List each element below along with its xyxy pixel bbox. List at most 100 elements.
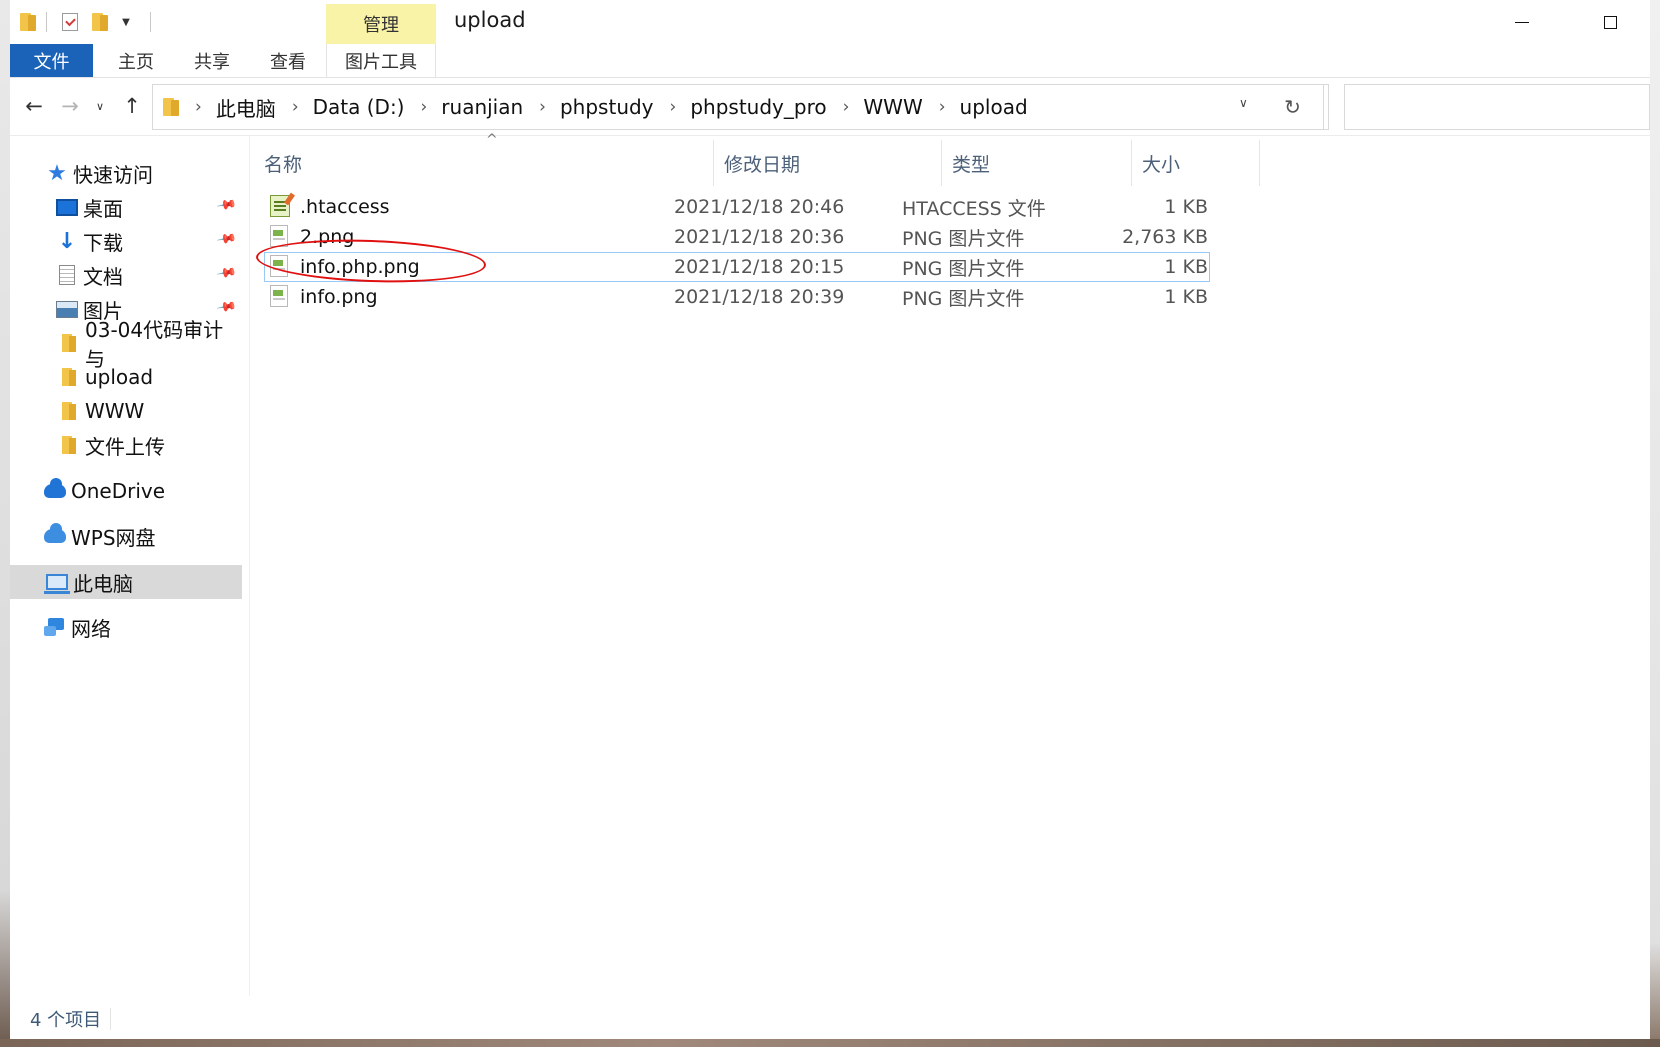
forward-button[interactable]: →: [56, 92, 84, 120]
refresh-button[interactable]: ↻: [1262, 84, 1324, 130]
htaccess-file-icon: [270, 195, 290, 219]
breadcrumb-ruanjian[interactable]: › ruanjian: [418, 84, 537, 130]
breadcrumb-phpstudy-pro[interactable]: › phpstudy_pro: [668, 84, 841, 130]
breadcrumb-data-drive[interactable]: › Data (D:): [290, 84, 419, 130]
pin-icon: 📌: [214, 262, 237, 285]
document-icon: [56, 264, 78, 286]
quick-access-separator: [150, 12, 151, 32]
file-date: 2021/12/18 20:15: [674, 256, 845, 278]
tab-file[interactable]: 文件: [10, 44, 93, 77]
pin-icon: 📌: [214, 194, 237, 217]
file-size: 2,763 KB: [1122, 226, 1208, 248]
file-list: ^ 名称 修改日期 类型 大小 .htaccess 2021/12/18 20:…: [254, 132, 1650, 996]
nav-folder-code-audit[interactable]: 03-04代码审计与: [10, 318, 242, 371]
file-row-info-php-png[interactable]: info.php.png 2021/12/18 20:15 PNG 图片文件 1…: [264, 252, 1210, 282]
file-type: HTACCESS 文件: [902, 197, 1046, 220]
navigation-bar: ← → ∨ ↑ › 此电脑 › Data (D:) › ruanjian › phpst…: [10, 78, 1650, 136]
nav-network[interactable]: 网络: [10, 610, 242, 644]
nav-quick-access[interactable]: ★ 快速访问: [10, 156, 242, 190]
pin-icon: 📌: [214, 228, 237, 251]
chevron-right-icon: ›: [195, 97, 202, 117]
manage-context-tab[interactable]: 管理: [326, 4, 436, 44]
column-header-name[interactable]: 名称: [254, 140, 714, 186]
up-button[interactable]: ↑: [118, 92, 146, 120]
folder-icon: [58, 434, 80, 456]
file-row-info-png[interactable]: info.png 2021/12/18 20:39 PNG 图片文件 1 KB: [264, 282, 1210, 312]
chevron-right-icon: ›: [842, 97, 850, 117]
quick-access-separator: [46, 12, 47, 32]
new-folder-icon[interactable]: [88, 10, 112, 34]
wps-cloud-icon: [44, 523, 66, 547]
maximize-button[interactable]: [1582, 0, 1638, 44]
nav-this-pc[interactable]: 此电脑: [10, 565, 242, 599]
tab-picture-tools[interactable]: 图片工具: [326, 44, 436, 77]
chevron-right-icon: ›: [291, 97, 299, 117]
navigation-pane: ★ 快速访问 桌面 📌 ↓ 下载 📌 文档 📌 图片 📌 03-04代码审计与: [10, 136, 250, 996]
chevron-down-icon: ∨: [95, 99, 105, 113]
nav-wps-drive[interactable]: WPS网盘: [10, 519, 242, 553]
status-separator: [110, 1008, 111, 1030]
breadcrumb-phpstudy[interactable]: › phpstudy: [537, 84, 667, 130]
maximize-icon: [1603, 15, 1617, 29]
chevron-right-icon: ›: [539, 97, 546, 117]
status-bar: 4 个项目: [10, 998, 1650, 1039]
file-size: 1 KB: [1164, 256, 1208, 278]
file-row-2-png[interactable]: 2.png 2021/12/18 20:36 PNG 图片文件 2,763 KB: [264, 222, 1210, 252]
address-bar[interactable]: › 此电脑 › Data (D:) › ruanjian › phpstudy › php…: [152, 84, 1329, 130]
column-header-date[interactable]: 修改日期: [714, 140, 942, 186]
arrow-left-icon: ←: [25, 94, 43, 118]
desktop-background-right: [1650, 0, 1660, 1047]
file-date: 2021/12/18 20:39: [674, 286, 845, 308]
tab-share[interactable]: 共享: [174, 44, 250, 77]
tab-view[interactable]: 查看: [250, 44, 326, 77]
breadcrumb-this-pc[interactable]: › 此电脑: [193, 84, 290, 130]
nav-folder-upload[interactable]: upload: [10, 360, 242, 394]
address-history-dropdown-icon[interactable]: ∨: [1239, 96, 1248, 110]
file-type: PNG 图片文件: [902, 257, 1025, 280]
desktop-background-left: [0, 0, 10, 1047]
file-row-htaccess[interactable]: .htaccess 2021/12/18 20:46 HTACCESS 文件 1…: [264, 192, 1210, 222]
png-file-icon: [270, 255, 290, 279]
file-name: 2.png: [300, 226, 355, 248]
nav-folder-www[interactable]: WWW: [10, 394, 242, 428]
nav-documents[interactable]: 文档 📌: [10, 258, 242, 292]
back-button[interactable]: ←: [20, 92, 48, 120]
folder-icon: [58, 332, 80, 354]
breadcrumb-www[interactable]: › WWW: [841, 84, 937, 130]
file-explorer-window: ▼ 管理 upload 文件 主页 共享 查看 图片工具 ← → ∨ ↑ › 此电…: [10, 0, 1650, 1039]
nav-onedrive[interactable]: OneDrive: [10, 474, 242, 508]
properties-icon[interactable]: [58, 10, 82, 34]
file-name: .htaccess: [300, 196, 390, 218]
file-name: info.php.png: [300, 256, 420, 278]
download-icon: ↓: [57, 228, 77, 254]
column-header-type[interactable]: 类型: [942, 140, 1132, 186]
item-count: 4 个项目: [30, 1009, 102, 1031]
desktop-icon: [56, 196, 78, 218]
network-icon: [44, 616, 66, 638]
breadcrumb-upload[interactable]: › upload: [937, 84, 1042, 130]
customize-toolbar-dropdown-icon[interactable]: ▼: [114, 10, 138, 34]
onedrive-cloud-icon: [44, 478, 66, 502]
folder-quick-icon[interactable]: [16, 10, 40, 34]
desktop-background-bottom: [0, 1039, 1660, 1047]
nav-downloads[interactable]: ↓ 下载 📌: [10, 224, 242, 258]
arrow-up-icon: ↑: [123, 94, 141, 118]
search-input[interactable]: [1344, 84, 1650, 130]
column-header-size[interactable]: 大小: [1132, 140, 1260, 186]
file-name: info.png: [300, 286, 378, 308]
minimize-icon: [1515, 21, 1529, 23]
pictures-icon: [56, 298, 78, 320]
window-title: upload: [454, 8, 526, 32]
nav-folder-file-upload[interactable]: 文件上传: [10, 428, 242, 462]
minimize-button[interactable]: [1494, 0, 1550, 44]
chevron-right-icon: ›: [669, 97, 677, 117]
file-date: 2021/12/18 20:36: [674, 226, 845, 248]
recent-locations-button[interactable]: ∨: [86, 92, 114, 120]
file-size: 1 KB: [1164, 196, 1208, 218]
star-icon: ★: [47, 160, 67, 186]
title-bar: ▼ 管理 upload: [10, 0, 1650, 44]
png-file-icon: [270, 225, 290, 249]
file-type: PNG 图片文件: [902, 287, 1025, 310]
nav-desktop[interactable]: 桌面 📌: [10, 190, 242, 224]
tab-home[interactable]: 主页: [98, 44, 174, 77]
